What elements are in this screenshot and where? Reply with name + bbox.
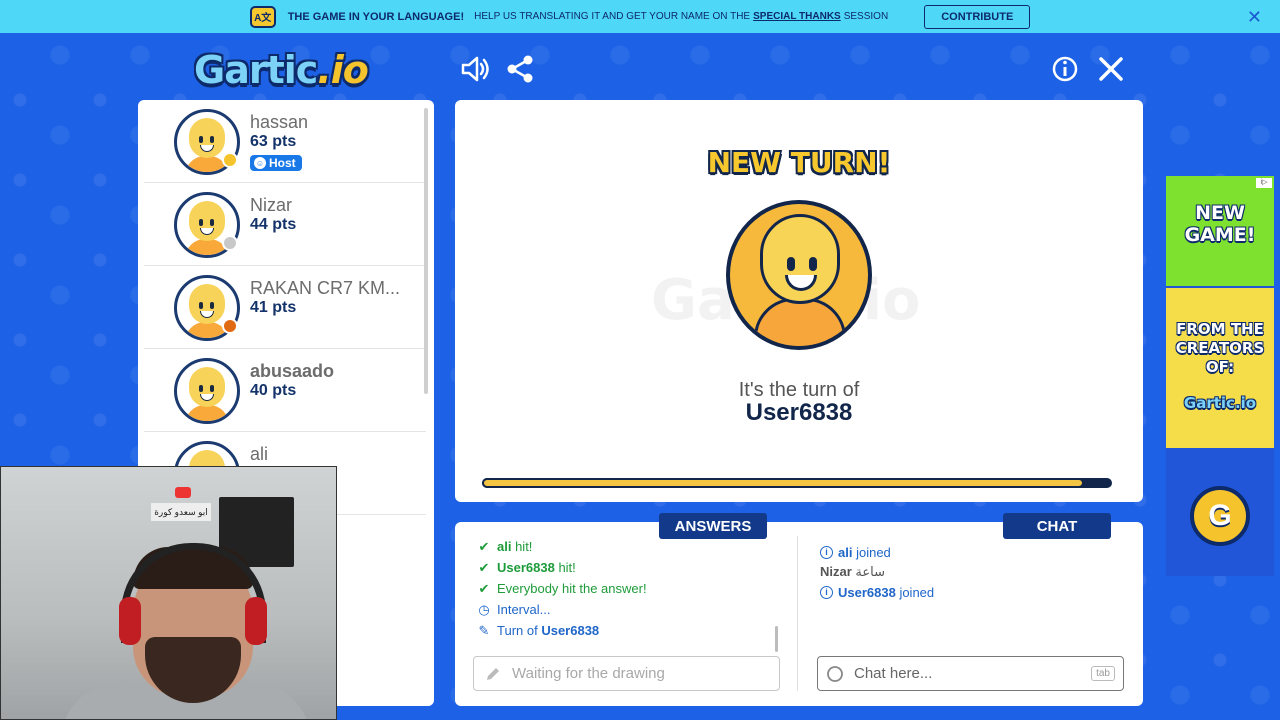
turn-progress-bar	[482, 478, 1112, 488]
player-name: Nizar	[250, 195, 293, 215]
answer-row: ◷ Interval...	[478, 601, 551, 618]
tab-key-hint: tab	[1091, 666, 1115, 681]
answer-row: ✔ ali hit!	[478, 538, 533, 555]
info-icon: i	[820, 545, 833, 559]
player-name: hassan	[250, 112, 309, 132]
translation-banner: A文 THE GAME IN YOUR LANGUAGE! HELP US TR…	[0, 0, 1280, 33]
adchoices-icon[interactable]: i▷	[1256, 178, 1272, 188]
banner-subtitle: HELP US TRANSLATING IT AND GET YOUR NAME…	[474, 11, 751, 22]
gartic-logo: Gartic.io	[194, 48, 369, 92]
advertisement[interactable]: i▷ NEW GAME! FROM THE CREATORS OF: Garti…	[1166, 176, 1274, 576]
share-icon[interactable]	[503, 52, 537, 86]
banner-after-link: SESSION	[843, 11, 889, 22]
player-row[interactable]: hassan 63 pts ☺ Host	[144, 100, 426, 183]
chat-list: i ali joined Nizar ساعة i User6838 joined	[820, 542, 1120, 602]
answer-input[interactable]: Waiting for the drawing	[473, 656, 780, 691]
ad-new-game: NEW GAME!	[1184, 202, 1256, 246]
player-avatar	[174, 358, 240, 424]
clock-icon: ◷	[478, 601, 490, 617]
host-badge: ☺ Host	[250, 155, 302, 171]
chat-bubble-icon	[827, 665, 843, 682]
player-points: 44 pts	[250, 216, 297, 233]
wall-sign: ابو سعدو كورة	[151, 503, 211, 521]
answers-list: ✔ ali hit! ✔ User6838 hit! ✔ Everybody hit th…	[477, 530, 777, 652]
player-points: 40 pts	[250, 382, 297, 399]
banner-title: THE GAME IN YOUR LANGUAGE!	[287, 10, 465, 23]
answers-chat-panel: ANSWERS CHAT ✔ ali hit! ✔ User6838 hit! ✔ Eve…	[455, 513, 1143, 706]
answers-scrollbar[interactable]	[775, 626, 778, 652]
special-thanks-link[interactable]: SPECIAL THANKS	[753, 11, 841, 22]
chat-row: i User6838 joined	[820, 582, 1120, 602]
panel-divider	[797, 536, 798, 691]
chat-tab[interactable]: CHAT	[1003, 513, 1111, 539]
ad-from-creators: FROM THE CREATORS OF:	[1175, 320, 1265, 376]
webcam-overlay: ابو سعدو كورة	[0, 466, 337, 720]
chat-row: Nizar ساعة	[820, 564, 886, 579]
player-status-dot	[222, 235, 238, 251]
answer-row: ✔ User6838 hit!	[478, 559, 576, 576]
player-row[interactable]: Nizar 44 pts	[144, 183, 426, 266]
turn-player-avatar	[726, 200, 872, 350]
banner-close-icon[interactable]: ✕	[1247, 7, 1262, 28]
pencil-icon	[487, 667, 499, 680]
volume-icon[interactable]	[458, 52, 492, 86]
check-icon: ✔	[478, 580, 490, 596]
answer-row: ✔ Everybody hit the answer!	[478, 580, 647, 597]
player-row[interactable]: RAKAN CR7 KM... 41 pts	[144, 266, 426, 349]
contribute-button[interactable]: CONTRIBUTE	[924, 4, 1031, 29]
player-status-dot	[222, 152, 238, 168]
info-icon: i	[820, 585, 833, 599]
chat-row: i ali joined	[820, 542, 1120, 562]
player-name: abusaado	[250, 361, 335, 381]
player-points: 63 pts	[250, 133, 297, 150]
pencil-icon: ✎	[478, 622, 490, 638]
ad-brand: Gartic.io	[1183, 394, 1257, 412]
info-icon[interactable]	[1048, 52, 1082, 86]
player-row[interactable]: abusaado 40 pts	[144, 349, 426, 432]
drawing-canvas[interactable]: Gartic.io NEW TURN! It's the turn of Use…	[455, 100, 1143, 502]
players-scrollbar[interactable]	[424, 108, 428, 394]
chat-input[interactable]: Chat here... tab	[817, 656, 1124, 691]
new-turn-heading: NEW TURN!	[707, 146, 891, 179]
translate-icon: A文	[249, 5, 276, 28]
ad-g-button[interactable]: G	[1190, 486, 1250, 546]
check-icon: ✔	[478, 538, 490, 554]
chat-input-placeholder: Chat here...	[854, 665, 933, 682]
crown-icon: ☺	[254, 157, 266, 169]
player-name: RAKAN CR7 KM...	[250, 278, 401, 298]
youtube-icon	[175, 487, 191, 498]
check-icon: ✔	[478, 559, 490, 575]
answer-row: ✎ Turn of User6838	[478, 622, 600, 639]
turn-user-name: User6838	[745, 399, 853, 426]
answer-input-placeholder: Waiting for the drawing	[512, 665, 665, 682]
close-icon[interactable]	[1094, 52, 1128, 86]
player-points: 41 pts	[250, 299, 297, 316]
player-status-dot	[222, 318, 238, 334]
player-name: ali	[250, 444, 269, 464]
